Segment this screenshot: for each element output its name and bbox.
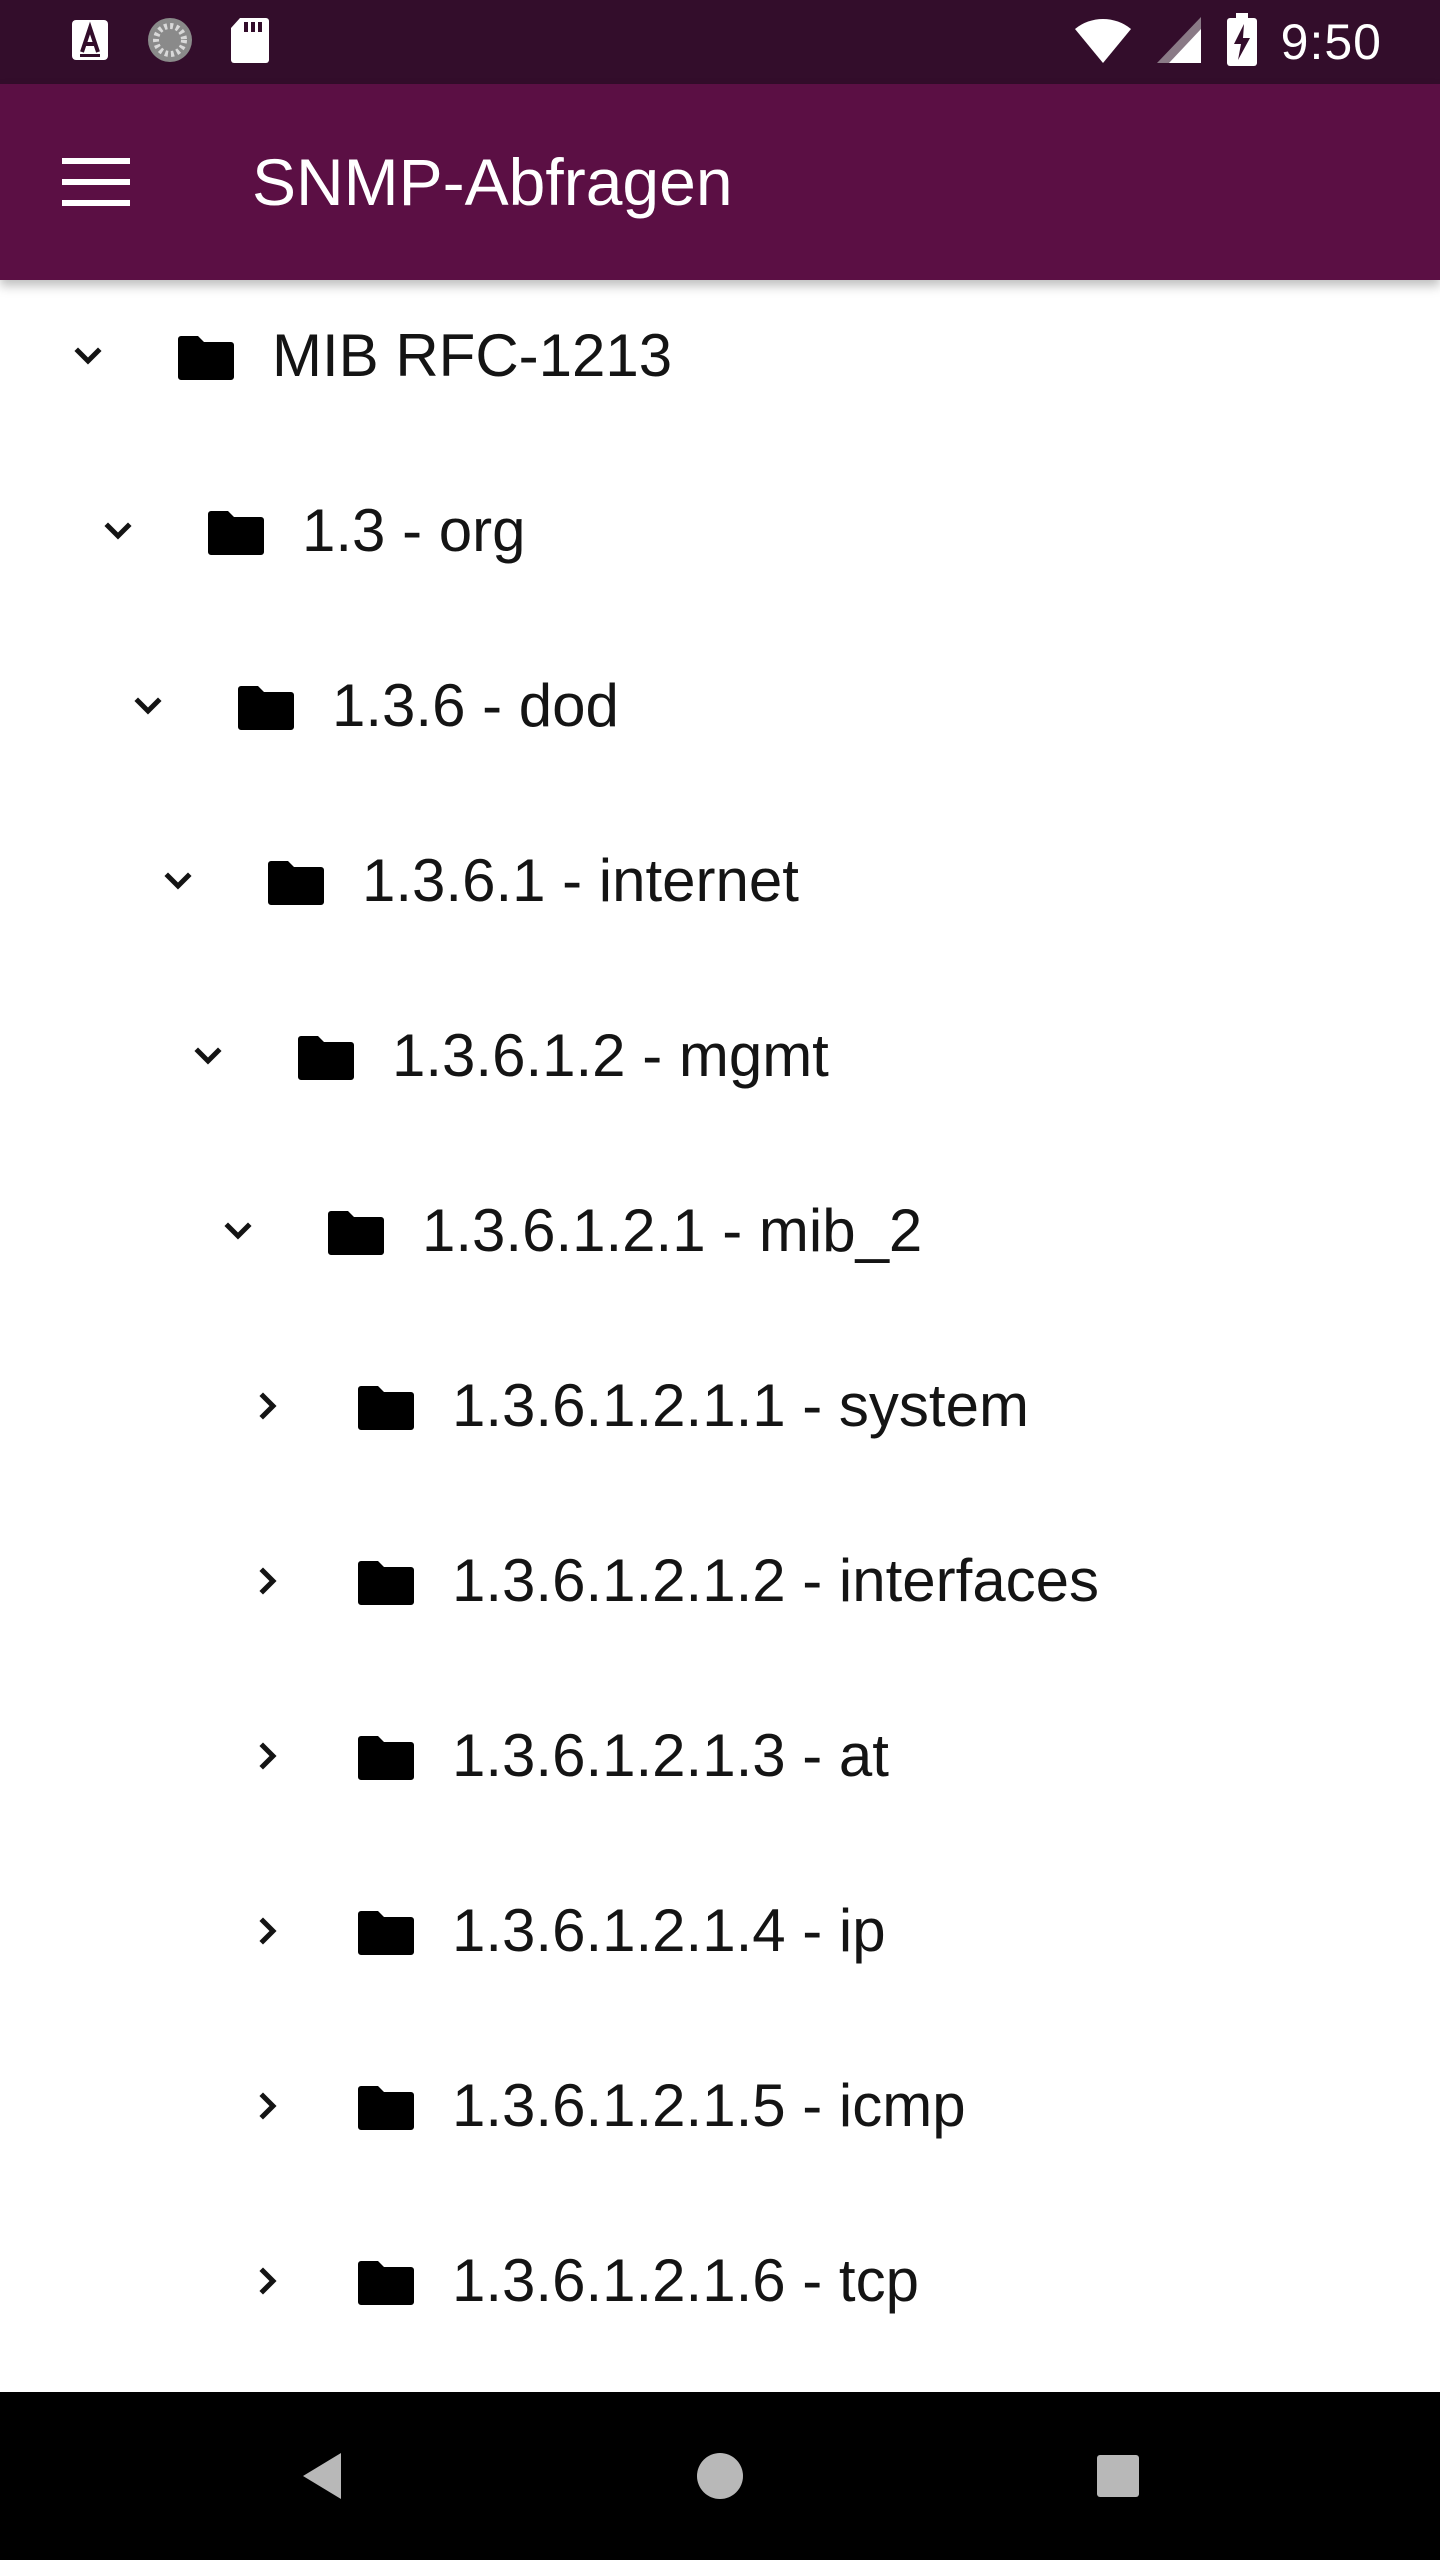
tree-row-label: 1.3.6.1.2.1.6 - tcp	[452, 2246, 919, 2314]
chevron-right-icon[interactable]	[238, 1726, 298, 1786]
chevron-down-icon[interactable]	[88, 501, 148, 561]
chevron-right-icon[interactable]	[238, 2076, 298, 2136]
tree-row[interactable]: 1.3.6.1.2.1.4 - ip	[0, 1855, 1440, 2030]
tree-row[interactable]: 1.3.6.1.2.1.1 - system	[0, 1330, 1440, 1505]
chevron-down-icon[interactable]	[148, 851, 208, 911]
back-icon	[303, 2453, 341, 2499]
folder-icon	[358, 1732, 414, 1780]
back-button[interactable]	[272, 2426, 372, 2526]
status-left-icons	[70, 14, 270, 70]
tree-row-label: 1.3.6 - dod	[332, 671, 619, 739]
folder-icon	[358, 1557, 414, 1605]
chevron-right-icon[interactable]	[238, 2251, 298, 2311]
chevron-down-icon[interactable]	[178, 1026, 238, 1086]
navigation-bar	[0, 2392, 1440, 2560]
tree-row-label: 1.3.6.1.2.1.5 - icmp	[452, 2071, 966, 2139]
chevron-down-icon[interactable]	[58, 326, 118, 386]
tree-row[interactable]: MIB RFC-1213	[0, 280, 1440, 455]
folder-icon	[328, 1207, 384, 1255]
tree-row[interactable]: 1.3.6 - dod	[0, 630, 1440, 805]
status-time: 9:50	[1280, 14, 1382, 70]
hamburger-menu-icon	[62, 158, 130, 206]
folder-icon	[298, 1032, 354, 1080]
tree-row-label: MIB RFC-1213	[272, 321, 673, 389]
folder-icon	[208, 507, 264, 555]
folder-icon	[238, 682, 294, 730]
folder-icon	[268, 857, 324, 905]
app-bar: SNMP-Abfragen	[0, 84, 1440, 280]
recents-icon	[1097, 2455, 1139, 2497]
tree-row-label: 1.3.6.1.2.1.2 - interfaces	[452, 1546, 1100, 1614]
tree-row[interactable]: 1.3.6.1.2.1.3 - at	[0, 1680, 1440, 1855]
chevron-right-icon[interactable]	[238, 1551, 298, 1611]
home-icon	[697, 2453, 743, 2499]
status-bar: 9:50	[0, 0, 1440, 84]
tree-row-label: 1.3.6.1.2.1.3 - at	[452, 1721, 889, 1789]
folder-icon	[358, 2257, 414, 2305]
chevron-down-icon[interactable]	[208, 1201, 268, 1261]
tree-row-label: 1.3.6.1.2.1 - mib_2	[422, 1196, 923, 1264]
page-title: SNMP-Abfragen	[252, 145, 733, 219]
loading-circle-icon	[144, 14, 196, 71]
status-right-icons: 9:50	[1073, 12, 1382, 73]
tree-row-label: 1.3.6.1.2.1.4 - ip	[452, 1896, 886, 1964]
tree-row[interactable]: 1.3 - org	[0, 455, 1440, 630]
chevron-down-icon[interactable]	[118, 676, 178, 736]
sd-card-icon	[230, 16, 270, 69]
menu-button[interactable]	[48, 134, 144, 230]
wifi-icon	[1073, 15, 1133, 70]
folder-icon	[358, 1382, 414, 1430]
tree-row-label: 1.3.6.1.2.1.1 - system	[452, 1371, 1029, 1439]
home-button[interactable]	[670, 2426, 770, 2526]
chevron-right-icon[interactable]	[238, 1901, 298, 1961]
folder-icon	[178, 332, 234, 380]
recents-button[interactable]	[1068, 2426, 1168, 2526]
tree-row[interactable]: 1.3.6.1.2.1.6 - tcp	[0, 2205, 1440, 2380]
tree-row[interactable]: 1.3.6.1.2.1.5 - icmp	[0, 2030, 1440, 2205]
mib-tree: MIB RFC-1213 1.3 - org 1.3.6 - dod 1.3.6.1 …	[0, 280, 1440, 2392]
tree-row-label: 1.3.6.1.2 - mgmt	[392, 1021, 829, 1089]
chevron-right-icon[interactable]	[238, 1376, 298, 1436]
tree-row[interactable]: 1.3.6.1.2.1.2 - interfaces	[0, 1505, 1440, 1680]
tree-row[interactable]: 1.3.6.1.2.1 - mib_2	[0, 1155, 1440, 1330]
tree-row[interactable]: 1.3.6.1.2 - mgmt	[0, 980, 1440, 1155]
text-a-icon	[70, 18, 110, 67]
battery-charging-icon	[1225, 12, 1259, 73]
folder-icon	[358, 1907, 414, 1955]
tree-row-label: 1.3.6.1 - internet	[362, 846, 799, 914]
cellular-signal-icon	[1155, 15, 1203, 70]
tree-row-label: 1.3 - org	[302, 496, 526, 564]
tree-row[interactable]: 1.3.6.1 - internet	[0, 805, 1440, 980]
folder-icon	[358, 2082, 414, 2130]
